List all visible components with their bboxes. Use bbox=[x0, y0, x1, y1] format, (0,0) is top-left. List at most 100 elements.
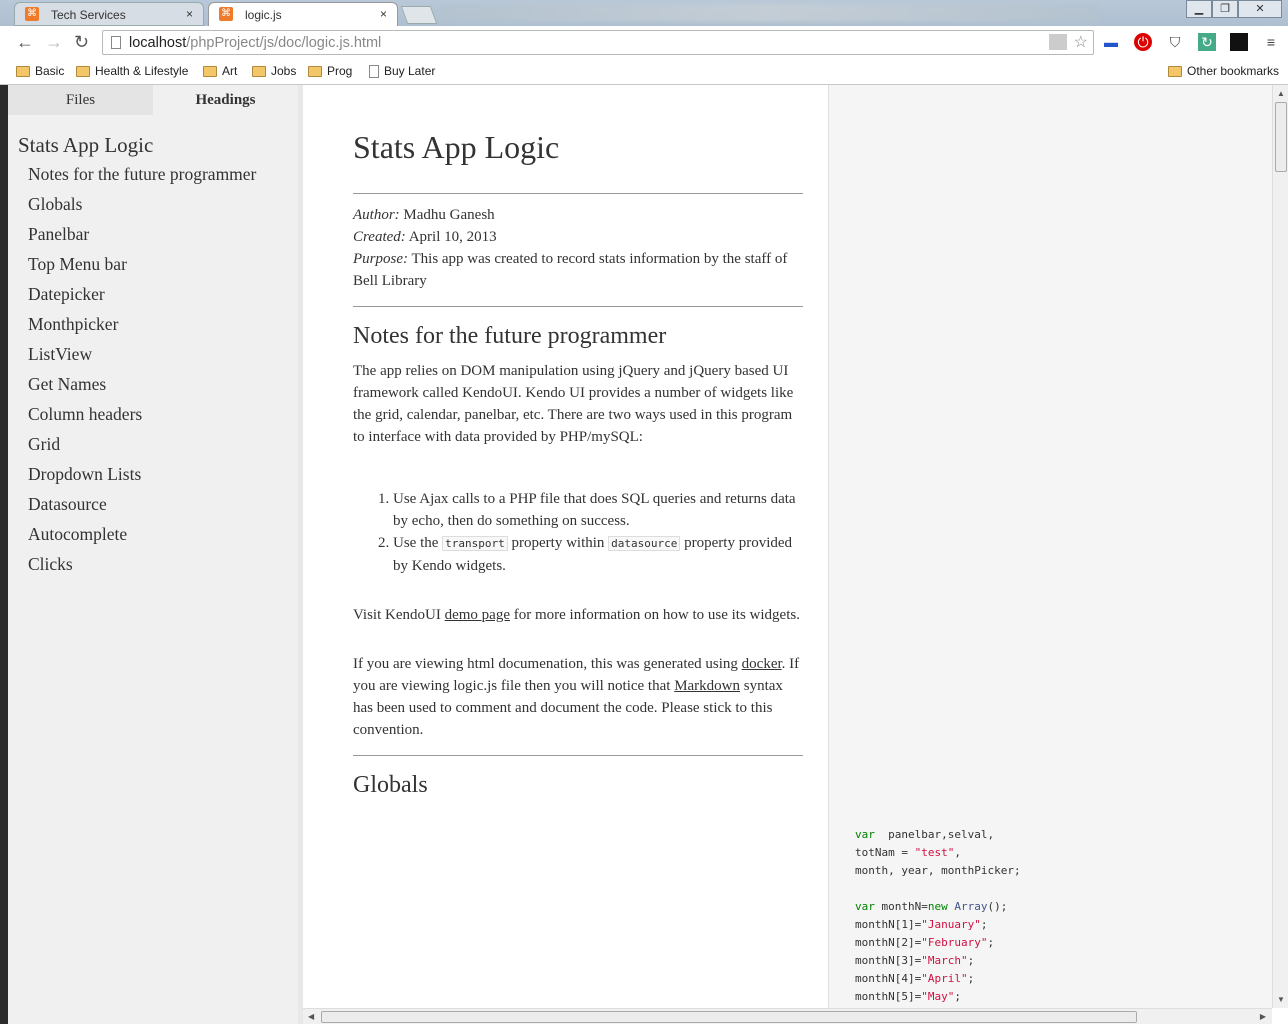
reload-icon[interactable]: ↻ bbox=[74, 32, 89, 53]
created: April 10, 2013 bbox=[408, 229, 497, 245]
scroll-thumb[interactable] bbox=[1275, 102, 1287, 172]
vertical-scrollbar[interactable]: ▲ ▼ bbox=[1272, 85, 1288, 1008]
star-icon[interactable]: ☆ bbox=[1074, 32, 1088, 52]
sidebar-item[interactable]: Top Menu bar bbox=[28, 249, 298, 279]
favicon-icon: ⌘ bbox=[25, 7, 39, 21]
title-bar: ⌘ Tech Services × ⌘ logic.js × ▁ ❐ ✕ bbox=[0, 0, 1288, 26]
window-edge bbox=[0, 85, 8, 1024]
code-line: monthN[4]="April"; bbox=[855, 970, 1272, 988]
menu-icon[interactable]: ≡ bbox=[1262, 33, 1280, 51]
sidebar-item[interactable]: Notes for the future programmer bbox=[28, 159, 298, 189]
sidebar-item[interactable]: Monthpicker bbox=[28, 309, 298, 339]
forward-icon[interactable]: → bbox=[45, 32, 63, 53]
folder-icon bbox=[16, 65, 30, 77]
code-token: ; bbox=[987, 936, 995, 949]
code-token: "January" bbox=[921, 918, 981, 931]
browser-toolbar: ← → ↻ localhost/phpProject/js/doc/logic.… bbox=[0, 26, 1288, 59]
folder-icon bbox=[203, 65, 217, 77]
code-token: monthN[4]= bbox=[855, 972, 922, 985]
code-token: Array bbox=[954, 900, 988, 913]
code-transport: transport bbox=[442, 536, 508, 551]
refresh-extension-icon[interactable]: ↻ bbox=[1198, 33, 1216, 51]
code-token: monthN[2]= bbox=[855, 936, 922, 949]
sidebar-item[interactable]: Get Names bbox=[28, 369, 298, 399]
folder-icon bbox=[308, 65, 322, 77]
code-token: totNam = bbox=[855, 846, 915, 859]
sidebar-title[interactable]: Stats App Logic bbox=[18, 133, 298, 158]
tab-headings[interactable]: Headings bbox=[153, 85, 298, 115]
code-token: ; bbox=[980, 918, 988, 931]
divider bbox=[353, 193, 803, 194]
back-icon[interactable]: ← bbox=[16, 32, 34, 53]
sidebar-item[interactable]: ListView bbox=[28, 339, 298, 369]
markdown-link[interactable]: Markdown bbox=[674, 678, 740, 694]
tab-tech-services[interactable]: ⌘ Tech Services × bbox=[14, 2, 204, 26]
code-token: , bbox=[954, 846, 961, 859]
window-close-button[interactable]: ✕ bbox=[1238, 0, 1282, 18]
author: Madhu Ganesh bbox=[403, 207, 495, 223]
sidebar-item[interactable]: Globals bbox=[28, 189, 298, 219]
extension-icon[interactable]: ▬ bbox=[1102, 33, 1120, 51]
code-line: month, year, monthPicker; bbox=[855, 862, 1272, 880]
code-line: var panelbar,selval, bbox=[855, 826, 1272, 844]
bookmarks-bar: Basic Health & Lifestyle Art Jobs Prog B… bbox=[0, 59, 1288, 85]
minimize-button[interactable]: ▁ bbox=[1186, 0, 1212, 18]
bookmark-basic[interactable]: Basic bbox=[16, 64, 64, 78]
bookmark-prog[interactable]: Prog bbox=[308, 64, 352, 78]
code-line: totNam = "test", bbox=[855, 844, 1272, 862]
notes-paragraph: The app relies on DOM manipulation using… bbox=[353, 363, 794, 445]
sidebar-item[interactable]: Dropdown Lists bbox=[28, 459, 298, 489]
bookmark-jobs[interactable]: Jobs bbox=[252, 64, 296, 78]
blurred-tabs bbox=[440, 4, 1100, 22]
new-tab-button[interactable] bbox=[400, 6, 438, 24]
bookmark-art[interactable]: Art bbox=[203, 64, 237, 78]
favicon-icon: ⌘ bbox=[219, 7, 233, 21]
bookmark-buy-later[interactable]: Buy Later bbox=[369, 64, 435, 78]
code-token: "February" bbox=[921, 936, 988, 949]
sidebar-item[interactable]: Clicks bbox=[28, 549, 298, 579]
folder-icon bbox=[1168, 65, 1182, 77]
page-icon bbox=[369, 64, 379, 78]
sidebar: Files Headings Stats App Logic Notes for… bbox=[8, 85, 298, 1024]
code-token: "May" bbox=[921, 990, 955, 1003]
close-tab-icon[interactable]: × bbox=[380, 7, 387, 21]
notification-extension-icon[interactable] bbox=[1230, 33, 1248, 51]
purpose-label: Purpose: bbox=[353, 251, 408, 267]
code-token: panelbar,selval, bbox=[874, 828, 995, 841]
docker-link[interactable]: docker bbox=[742, 656, 782, 672]
visit-paragraph: Visit KendoUI demo page for more informa… bbox=[353, 607, 800, 623]
code-token: "test" bbox=[914, 846, 955, 859]
code-line: monthN[2]="February"; bbox=[855, 934, 1272, 952]
code-token: ; bbox=[967, 972, 975, 985]
sidebar-item[interactable]: Panelbar bbox=[28, 219, 298, 249]
sidebar-item[interactable]: Column headers bbox=[28, 399, 298, 429]
tab-logic-js[interactable]: ⌘ logic.js × bbox=[208, 2, 398, 26]
sidebar-item[interactable]: Grid bbox=[28, 429, 298, 459]
page-title: Stats App Logic bbox=[353, 129, 560, 165]
code-line: monthN[5]="May"; bbox=[855, 988, 1272, 1006]
code-token: monthN[5]= bbox=[855, 990, 922, 1003]
divider bbox=[353, 755, 803, 756]
code-line: var monthN=new Array(); bbox=[855, 898, 1272, 916]
address-bar[interactable]: localhost/phpProject/js/doc/logic.js.htm… bbox=[102, 30, 1094, 55]
code-line: monthN[1]="January"; bbox=[855, 916, 1272, 934]
other-bookmarks[interactable]: Other bookmarks bbox=[1168, 64, 1279, 78]
folder-icon bbox=[76, 65, 90, 77]
code-token: var bbox=[855, 900, 875, 913]
maximize-button[interactable]: ❐ bbox=[1212, 0, 1238, 18]
bookmark-health[interactable]: Health & Lifestyle bbox=[76, 64, 188, 78]
pocket-icon[interactable]: ⛉ bbox=[1166, 33, 1184, 51]
code-token: ; bbox=[967, 954, 975, 967]
tab-files[interactable]: Files bbox=[8, 85, 153, 115]
code-token: "March" bbox=[921, 954, 968, 967]
close-tab-icon[interactable]: × bbox=[186, 7, 193, 21]
scroll-thumb[interactable] bbox=[321, 1011, 1137, 1023]
sidebar-item[interactable]: Datasource bbox=[28, 489, 298, 519]
adblock-icon[interactable]: ⏻ bbox=[1134, 33, 1152, 51]
horizontal-scrollbar[interactable]: ◀ ▶ bbox=[303, 1008, 1272, 1024]
demo-page-link[interactable]: demo page bbox=[445, 607, 510, 623]
code-token: monthN[3]= bbox=[855, 954, 922, 967]
sidebar-item[interactable]: Datepicker bbox=[28, 279, 298, 309]
sidebar-item[interactable]: Autocomplete bbox=[28, 519, 298, 549]
php-extension-icon[interactable] bbox=[1049, 34, 1067, 50]
